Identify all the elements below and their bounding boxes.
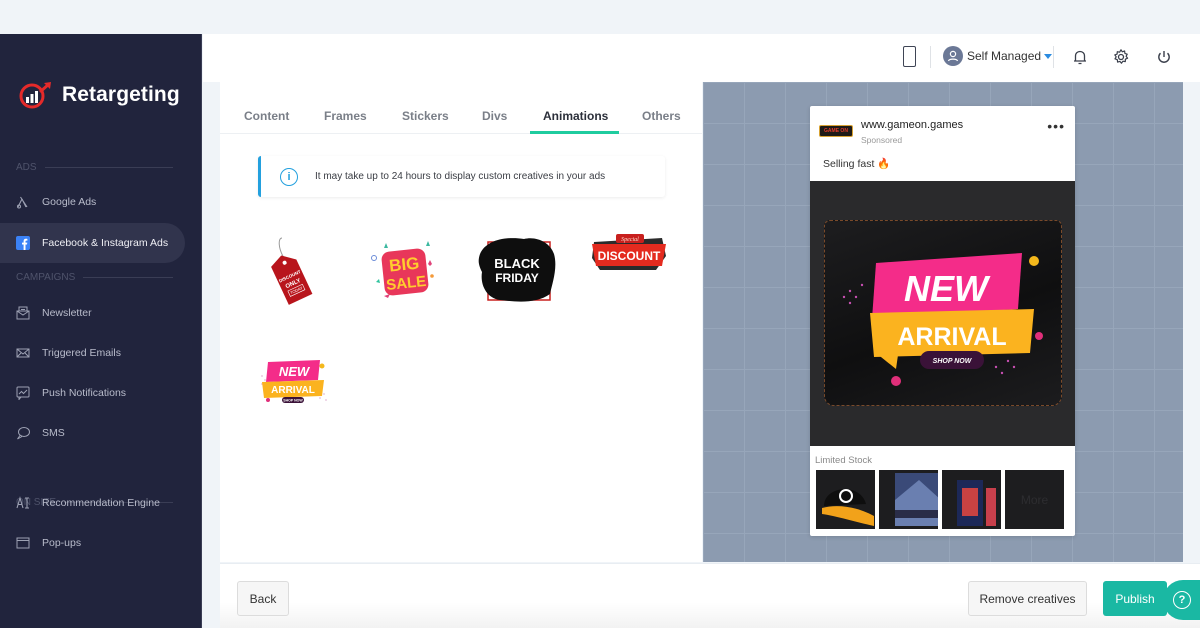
tab-animations[interactable]: Animations <box>543 109 608 123</box>
animation-black-friday[interactable]: BLACK FRIDAY <box>476 234 558 306</box>
carousel-item-cap[interactable] <box>816 470 875 529</box>
account-label: Self Managed <box>967 49 1042 63</box>
animation-text: BLACK <box>494 256 540 271</box>
section-label: CAMPAIGNS <box>16 272 76 283</box>
sidebar-item-facebook-instagram-ads[interactable]: Facebook & Instagram Ads <box>0 223 185 263</box>
mobile-preview-icon[interactable] <box>903 46 916 67</box>
more-options-icon[interactable]: ••• <box>1047 119 1065 133</box>
sidebar-item-label: Recommendation Engine <box>42 497 160 509</box>
action-bar: Back Remove creatives Publish <box>220 563 1200 628</box>
sidebar-item-triggered-emails[interactable]: Triggered Emails <box>0 333 185 373</box>
user-avatar-icon <box>943 46 963 66</box>
limited-stock-label: Limited Stock <box>815 455 873 466</box>
animation-new-arrival[interactable]: NEW ARRIVAL SHOP NOW <box>254 354 334 410</box>
facebook-icon <box>16 236 30 250</box>
animation-text: Special <box>621 237 639 243</box>
tab-frames[interactable]: Frames <box>324 109 367 123</box>
info-banner: i It may take up to 24 hours to display … <box>258 156 665 197</box>
sidebar-item-pop-ups[interactable]: Pop-ups <box>0 523 185 563</box>
carousel-item-borderlands[interactable] <box>942 470 1001 529</box>
divider <box>1053 46 1054 68</box>
chat-bubble-icon <box>16 426 30 440</box>
ad-preview-canvas: GAME ON www.gameon.games Sponsored ••• S… <box>703 82 1183 562</box>
envelope-icon <box>16 346 30 360</box>
animation-text: ARRIVAL <box>271 385 315 396</box>
tab-divs[interactable]: Divs <box>482 109 507 123</box>
retargeting-logo-icon <box>18 80 52 110</box>
top-bar: Self Managed <box>203 34 1200 82</box>
newsletter-icon <box>16 306 30 320</box>
help-icon: ? <box>1173 591 1191 609</box>
remove-creatives-button[interactable]: Remove creatives <box>968 581 1087 616</box>
animation-big-sale[interactable]: BIG SALE <box>364 236 444 306</box>
animation-special-discount[interactable]: Special DISCOUNT <box>590 232 668 274</box>
advertiser-site: www.gameon.games <box>861 119 964 131</box>
help-button[interactable]: ? <box>1163 580 1200 620</box>
google-ads-icon <box>16 195 30 209</box>
section-ads: ADS <box>16 162 173 173</box>
more-label: More <box>1020 492 1049 507</box>
facebook-ad-preview: GAME ON www.gameon.games Sponsored ••• S… <box>810 106 1075 536</box>
bell-icon[interactable] <box>1071 48 1089 66</box>
animation-text: DISCOUNT <box>598 249 661 263</box>
animation-text: SHOP NOW <box>283 399 303 403</box>
sidebar-item-label: Push Notifications <box>42 387 127 399</box>
ai-icon <box>16 496 30 510</box>
sidebar: Retargeting ADS Google Ads Facebook & In… <box>0 34 202 628</box>
info-message: It may take up to 24 hours to display cu… <box>315 171 606 182</box>
tab-others[interactable]: Others <box>642 109 681 123</box>
overlay-headline: NEW <box>904 268 991 309</box>
animation-discount-only-today[interactable]: DISCOUNT ONLY TODAY <box>262 234 318 306</box>
brand-name: Retargeting <box>62 83 180 106</box>
sidebar-item-recommendation-engine[interactable]: Recommendation Engine <box>0 483 185 523</box>
back-button[interactable]: Back <box>237 581 289 616</box>
overlay-cta: SHOP NOW <box>933 358 973 365</box>
tab-stickers[interactable]: Stickers <box>402 109 449 123</box>
advertiser-logo: GAME ON <box>819 125 853 137</box>
sidebar-item-sms[interactable]: SMS <box>0 413 185 453</box>
animation-text: NEW <box>279 364 311 379</box>
sidebar-item-label: Facebook & Instagram Ads <box>42 237 169 249</box>
animation-text: BIG <box>388 254 420 276</box>
sidebar-item-label: SMS <box>42 427 65 439</box>
sponsored-label: Sponsored <box>861 135 903 145</box>
ad-main-image: NEW ARRIVAL SHOP NOW <box>810 181 1075 446</box>
ad-caption: Selling fast 🔥 <box>823 158 891 170</box>
active-tab-indicator <box>530 131 619 134</box>
push-notification-icon <box>16 386 30 400</box>
chevron-down-icon <box>1044 53 1053 59</box>
power-icon[interactable] <box>1155 48 1173 66</box>
creative-tabs: Content Frames Stickers Divs Animations … <box>220 82 702 134</box>
sidebar-item-label: Pop-ups <box>42 537 82 549</box>
gear-icon[interactable] <box>1112 48 1130 66</box>
sidebar-item-push-notifications[interactable]: Push Notifications <box>0 373 185 413</box>
sidebar-item-label: Triggered Emails <box>42 347 121 359</box>
section-label: ADS <box>16 162 37 173</box>
window-icon <box>16 536 30 550</box>
sidebar-item-google-ads[interactable]: Google Ads <box>0 182 185 222</box>
info-icon: i <box>280 167 298 186</box>
carousel-item-avengers[interactable] <box>879 470 938 529</box>
sidebar-item-label: Newsletter <box>42 307 92 319</box>
new-arrival-overlay: NEW ARRIVAL SHOP NOW <box>842 253 1043 386</box>
sidebar-item-newsletter[interactable]: Newsletter <box>0 293 185 333</box>
animation-text: FRIDAY <box>495 271 539 285</box>
section-campaigns: CAMPAIGNS <box>16 272 173 283</box>
publish-button[interactable]: Publish <box>1103 581 1167 616</box>
sidebar-item-label: Google Ads <box>42 196 97 208</box>
divider <box>930 46 931 68</box>
account-switcher[interactable]: Self Managed <box>943 46 1053 66</box>
carousel-item-more[interactable]: More <box>1005 470 1064 529</box>
tab-content[interactable]: Content <box>244 109 289 123</box>
creative-editor: Content Frames Stickers Divs Animations … <box>220 82 702 562</box>
brand-logo[interactable]: Retargeting <box>18 80 180 110</box>
overlay-subheadline: ARRIVAL <box>897 323 1006 351</box>
